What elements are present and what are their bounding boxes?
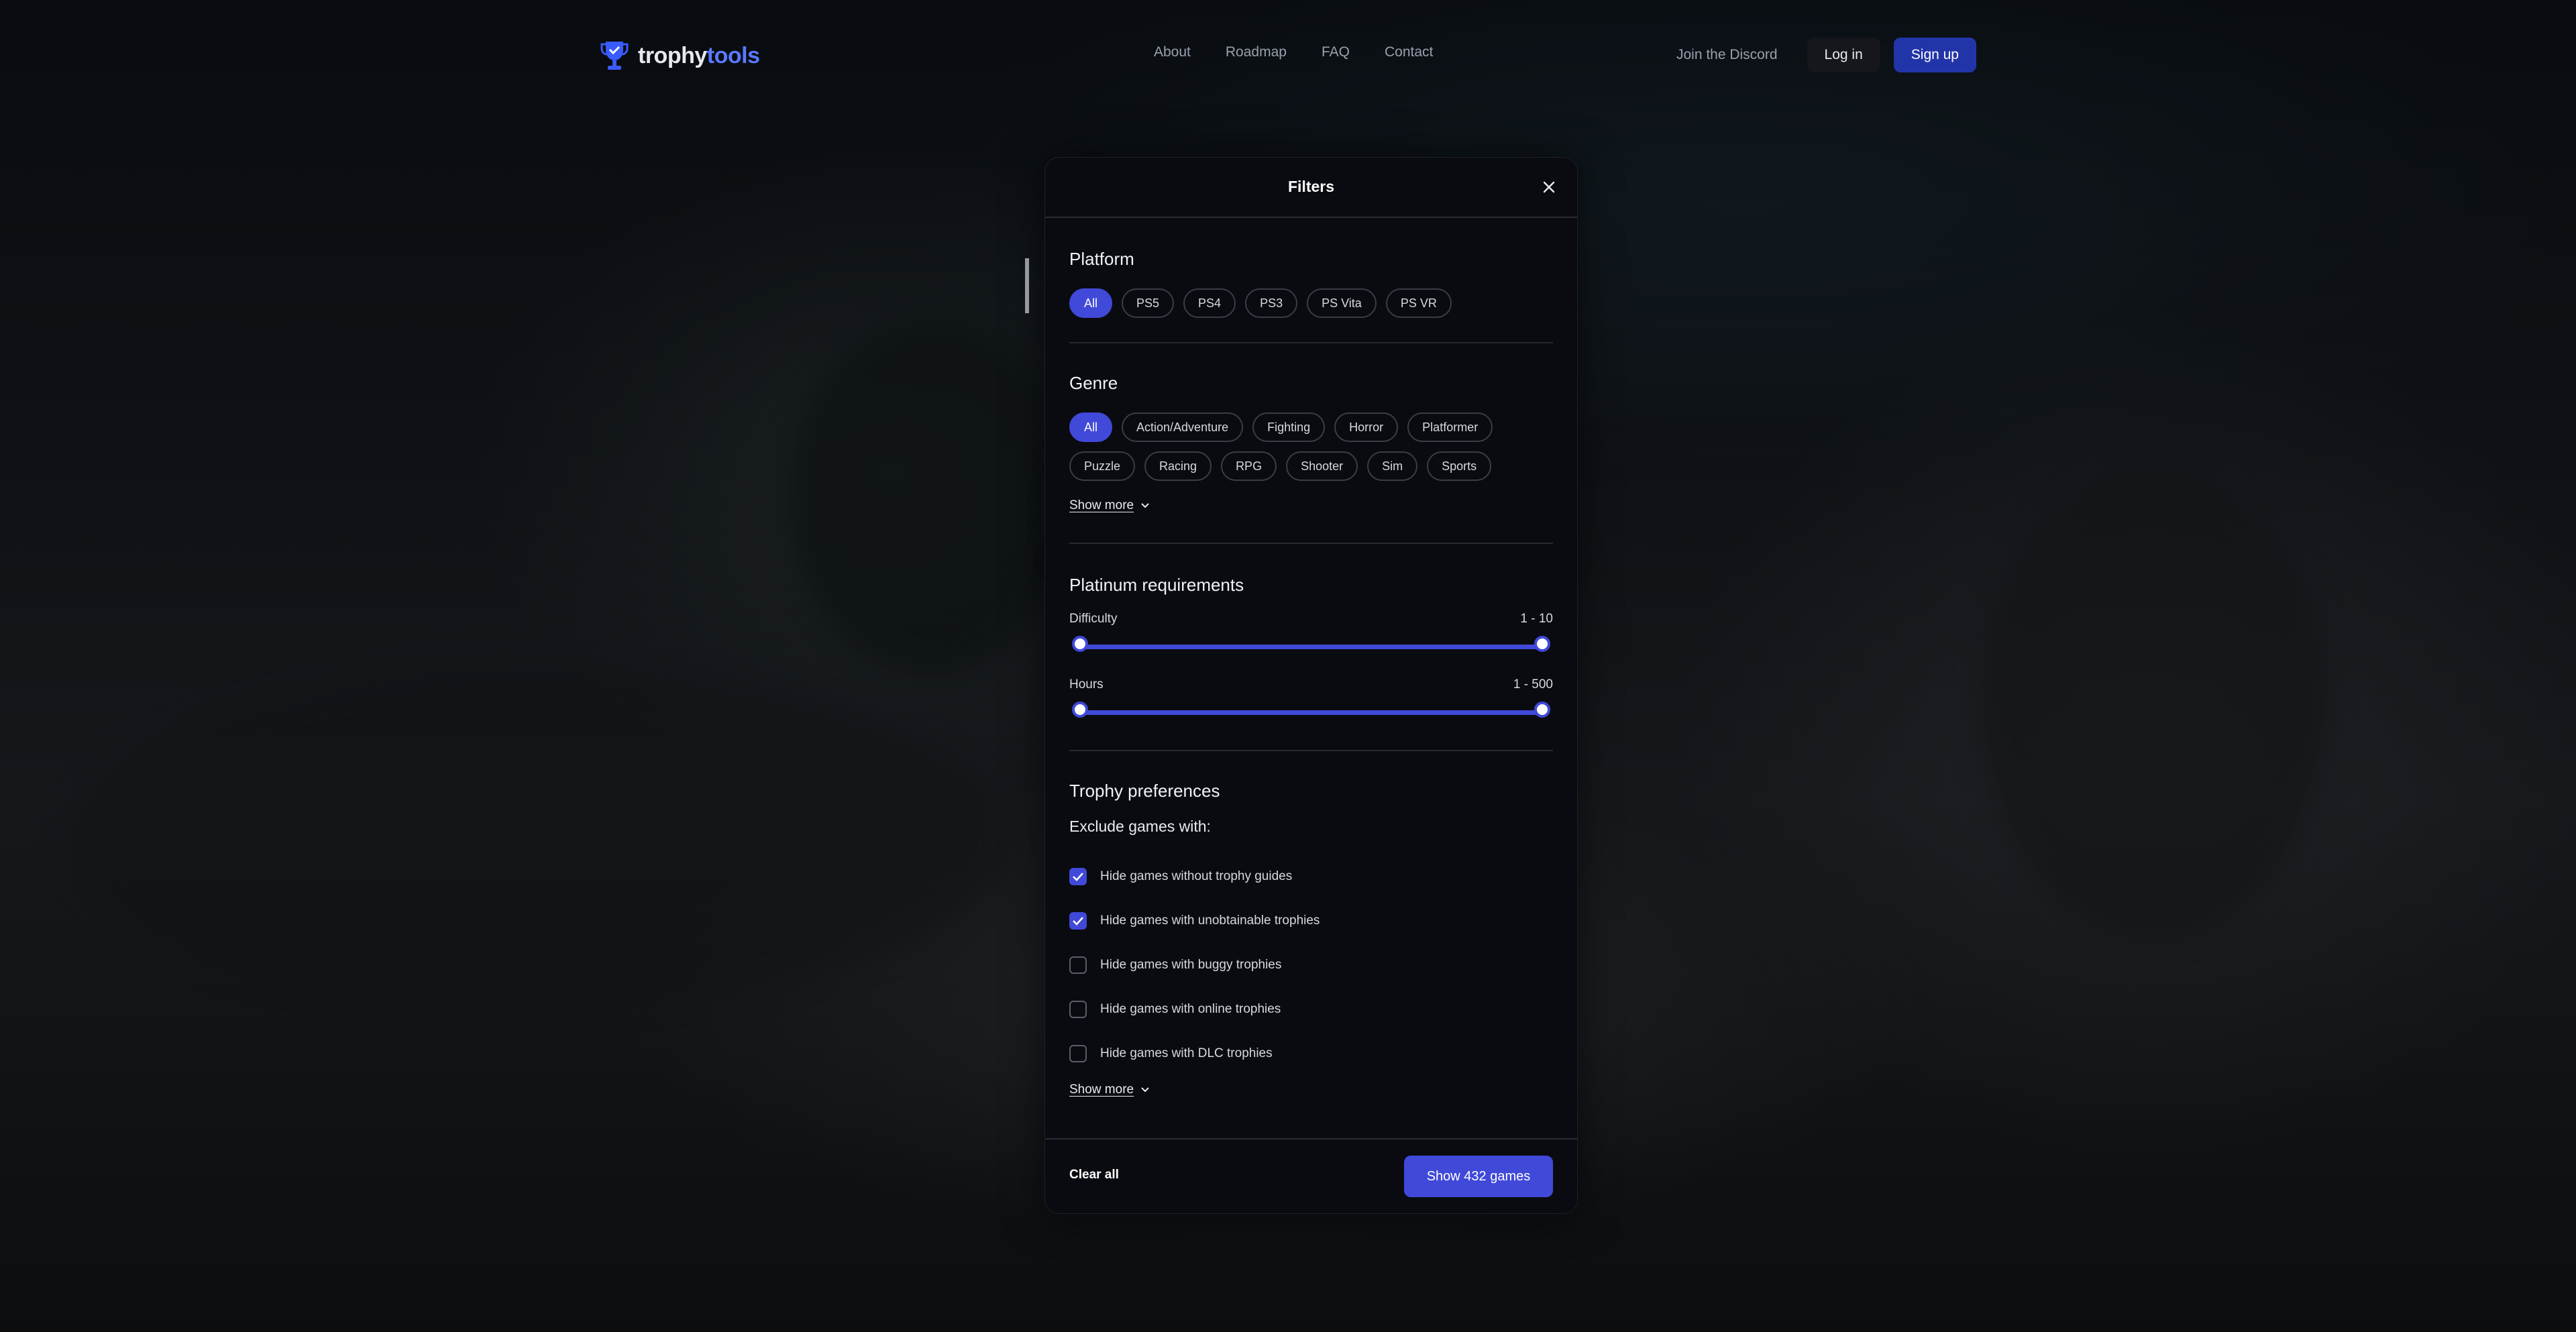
modal-footer: Clear all Show 432 games	[1045, 1138, 1577, 1213]
check-icon	[1073, 917, 1083, 926]
platform-chip-ps3[interactable]: PS3	[1245, 288, 1298, 318]
difficulty-track-fill	[1076, 645, 1546, 649]
checkbox-label: Hide games with unobtainable trophies	[1100, 913, 1320, 928]
exclude-label: Exclude games with:	[1069, 818, 1211, 835]
checkbox-label: Hide games with online trophies	[1100, 1002, 1281, 1016]
difficulty-max-handle[interactable]	[1534, 636, 1550, 652]
genre-chip-puzzle[interactable]: Puzzle	[1069, 451, 1136, 481]
nav-faq[interactable]: FAQ	[1322, 44, 1350, 60]
trophy-icon	[600, 42, 629, 70]
platform-section: Platform All PS5 PS4 PS3 PS Vita PS VR	[1069, 218, 1553, 343]
genre-chip-platformer[interactable]: Platformer	[1407, 412, 1493, 442]
checkbox-online[interactable]	[1069, 1001, 1087, 1018]
platform-title: Platform	[1069, 249, 1134, 269]
difficulty-slider: Difficulty 1 - 10	[1069, 612, 1553, 652]
close-icon[interactable]	[1541, 179, 1557, 195]
hero-title-fragment	[1025, 258, 1029, 313]
checkbox-trophy-guides[interactable]	[1069, 868, 1087, 885]
nav-roadmap[interactable]: Roadmap	[1226, 44, 1287, 60]
checkbox-row-buggy[interactable]: Hide games with buggy trophies	[1069, 943, 1553, 987]
checkbox-label: Hide games with DLC trophies	[1100, 1046, 1273, 1060]
platform-chip-psvita[interactable]: PS Vita	[1307, 288, 1377, 318]
trophy-show-more-label: Show more	[1069, 1083, 1134, 1097]
genre-chip-horror[interactable]: Horror	[1334, 412, 1399, 442]
show-games-button[interactable]: Show 432 games	[1404, 1156, 1553, 1197]
checkbox-row-trophy-guides[interactable]: Hide games without trophy guides	[1069, 854, 1553, 899]
difficulty-min-handle[interactable]	[1072, 636, 1088, 652]
trophy-show-more[interactable]: Show more	[1069, 1083, 1553, 1097]
hours-max-handle[interactable]	[1534, 702, 1550, 718]
main-nav: About Roadmap FAQ Contact	[1154, 44, 1433, 60]
checkbox-buggy[interactable]	[1069, 956, 1087, 974]
checkbox-row-unobtainable[interactable]: Hide games with unobtainable trophies	[1069, 899, 1553, 943]
chevron-down-icon	[1141, 503, 1149, 508]
genre-section: Genre All Action/Adventure Fighting Horr…	[1069, 343, 1553, 544]
checkbox-label: Hide games without trophy guides	[1100, 869, 1293, 883]
difficulty-track[interactable]	[1069, 636, 1553, 652]
genre-chip-shooter[interactable]: Shooter	[1286, 451, 1358, 481]
hours-range: 1 - 500	[1513, 677, 1553, 691]
genre-show-more-label: Show more	[1069, 498, 1134, 512]
chevron-down-icon	[1141, 1087, 1149, 1093]
join-discord-link[interactable]: Join the Discord	[1676, 47, 1778, 63]
site-header: trophytools About Roadmap FAQ Contact Jo…	[0, 0, 2576, 111]
platinum-section: Platinum requirements Difficulty 1 - 10 …	[1069, 544, 1553, 751]
filters-modal: Filters Platform All PS5 PS4 PS3 PS Vita…	[1044, 157, 1578, 1214]
modal-header: Filters	[1045, 158, 1577, 218]
checkbox-dlc[interactable]	[1069, 1045, 1087, 1062]
platform-chips: All PS5 PS4 PS3 PS Vita PS VR	[1069, 288, 1553, 318]
genre-chip-action-adventure[interactable]: Action/Adventure	[1122, 412, 1244, 442]
nav-contact[interactable]: Contact	[1385, 44, 1433, 60]
platform-chip-psvr[interactable]: PS VR	[1385, 288, 1452, 318]
genre-chip-rpg[interactable]: RPG	[1221, 451, 1277, 481]
genre-chip-fighting[interactable]: Fighting	[1252, 412, 1326, 442]
login-button[interactable]: Log in	[1807, 38, 1880, 72]
platform-chip-ps5[interactable]: PS5	[1122, 288, 1175, 318]
hours-min-handle[interactable]	[1072, 702, 1088, 718]
clear-all-button[interactable]: Clear all	[1069, 1168, 1119, 1182]
hours-slider: Hours 1 - 500	[1069, 677, 1553, 718]
hours-label: Hours	[1069, 677, 1104, 691]
trophy-section: Trophy preferences Exclude games with: H…	[1069, 751, 1553, 1124]
difficulty-range: 1 - 10	[1520, 612, 1553, 626]
platform-chip-all[interactable]: All	[1069, 288, 1113, 318]
checkbox-label: Hide games with buggy trophies	[1100, 958, 1282, 972]
genre-title: Genre	[1069, 373, 1118, 393]
header-actions: Join the Discord Log in Sign up	[1676, 38, 1976, 72]
genre-chip-sports[interactable]: Sports	[1427, 451, 1492, 481]
modal-content: Platform All PS5 PS4 PS3 PS Vita PS VR G…	[1045, 218, 1577, 1124]
genre-chip-racing[interactable]: Racing	[1144, 451, 1212, 481]
trophy-title: Trophy preferences	[1069, 781, 1220, 801]
platform-chip-ps4[interactable]: PS4	[1183, 288, 1236, 318]
modal-title: Filters	[1287, 178, 1335, 195]
difficulty-label: Difficulty	[1069, 612, 1118, 626]
nav-about[interactable]: About	[1154, 44, 1191, 60]
genre-show-more[interactable]: Show more	[1069, 498, 1553, 513]
genre-chips: All Action/Adventure Fighting Horror Pla…	[1069, 412, 1499, 481]
check-icon	[1073, 873, 1083, 881]
logo-wordmark: trophytools	[638, 42, 760, 68]
platinum-title: Platinum requirements	[1069, 575, 1244, 595]
site-logo[interactable]: trophytools	[600, 39, 760, 72]
hours-track[interactable]	[1069, 702, 1553, 718]
genre-chip-sim[interactable]: Sim	[1367, 451, 1418, 481]
checkbox-unobtainable[interactable]	[1069, 912, 1087, 930]
hours-track-fill	[1076, 710, 1546, 715]
genre-chip-all[interactable]: All	[1069, 412, 1113, 442]
checkbox-row-online[interactable]: Hide games with online trophies	[1069, 987, 1553, 1032]
checkbox-row-dlc[interactable]: Hide games with DLC trophies	[1069, 1032, 1553, 1076]
signup-button[interactable]: Sign up	[1893, 38, 1976, 72]
